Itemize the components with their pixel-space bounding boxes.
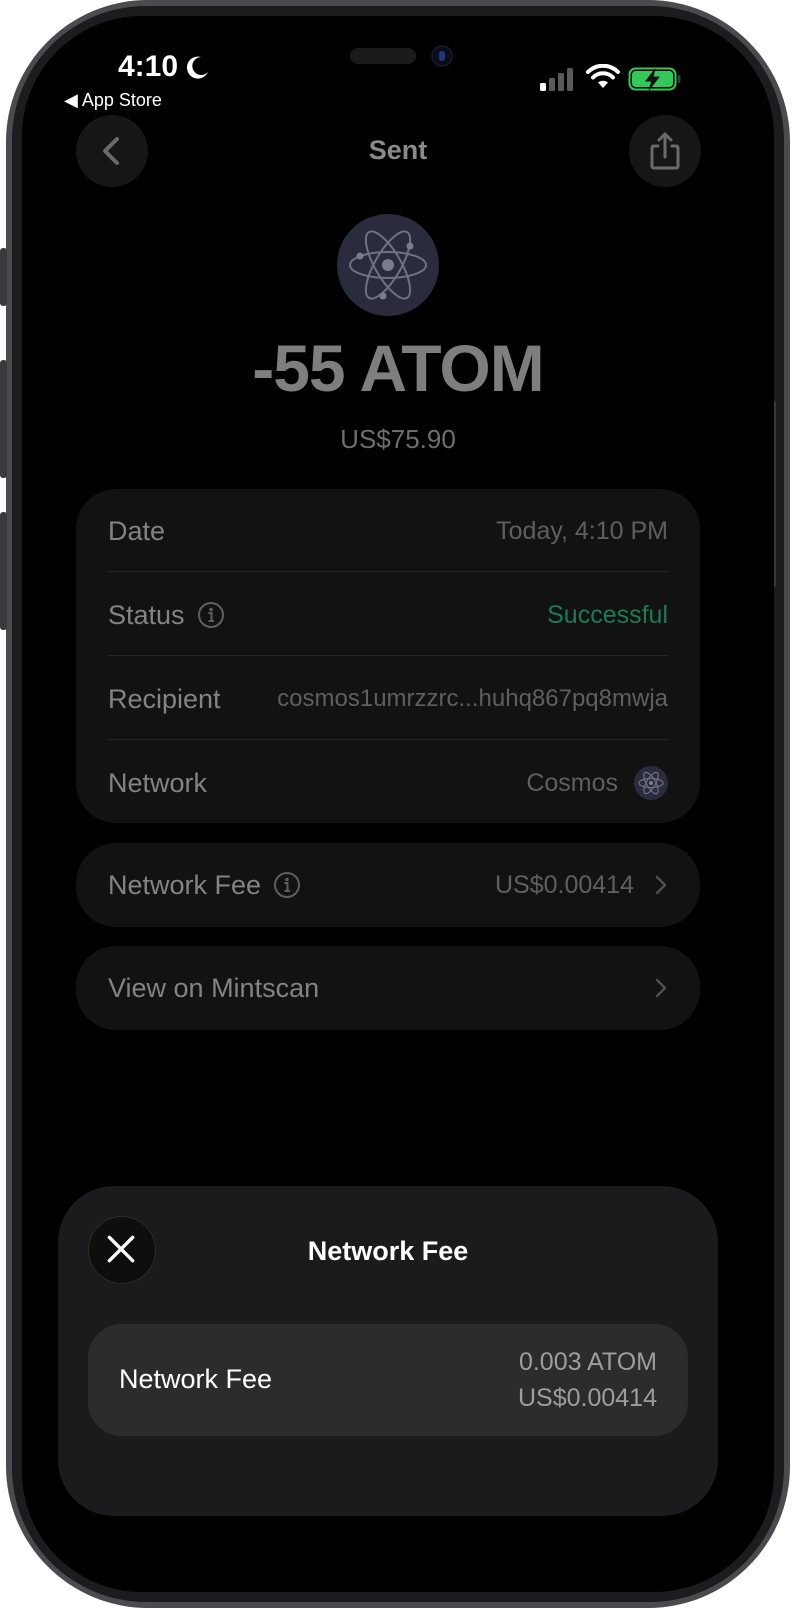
fee-atom-value: 0.003 ATOM [518, 1348, 657, 1376]
battery-charging-icon [628, 67, 681, 91]
moon-icon [186, 56, 208, 79]
status-row: Status Successful [108, 573, 668, 657]
chevron-right-icon [655, 875, 667, 895]
recipient-row[interactable]: Recipient cosmos1umrzzrc...huhq867pq8mwj… [108, 657, 668, 741]
date-row: Date Today, 4:10 PM [108, 489, 668, 573]
cosmos-network-icon [634, 766, 668, 800]
divider [108, 571, 668, 572]
recipient-label: Recipient [108, 683, 221, 714]
chevron-right-icon [655, 978, 667, 998]
cosmos-atom-icon [337, 214, 439, 316]
network-fee-row[interactable]: Network Fee US$0.00414 [108, 843, 668, 927]
transaction-amount: -55 ATOM [252, 331, 544, 405]
dynamic-island [350, 48, 416, 64]
sheet-title: Network Fee [307, 1236, 469, 1266]
transaction-fiat-amount: US$75.90 [340, 424, 456, 454]
date-label: Date [108, 515, 166, 546]
fee-usd-value: US$0.00414 [517, 1384, 657, 1412]
wifi-icon [586, 64, 620, 88]
network-row: Network Cosmos [108, 741, 668, 825]
back-to-app-store-link[interactable]: ◀ App Store [64, 90, 162, 111]
camera-icon [431, 45, 453, 67]
network-fee-label: Network Fee [108, 869, 262, 900]
status-value: Successful [547, 600, 668, 629]
details-card: Date Today, 4:10 PM Status Successful Re… [76, 489, 700, 823]
date-value: Today, 4:10 PM [496, 516, 668, 545]
network-value: Cosmos [526, 768, 618, 797]
signal-icon [540, 68, 573, 91]
divider [108, 739, 668, 740]
share-icon [650, 132, 680, 170]
network-label: Network [108, 767, 208, 798]
divider [108, 655, 668, 656]
share-button[interactable] [629, 115, 701, 187]
network-fee-card[interactable]: Network Fee US$0.00414 [76, 843, 700, 927]
view-on-mintscan-row[interactable]: View on Mintscan [108, 946, 668, 1030]
network-fee-value: US$0.00414 [494, 870, 634, 899]
recipient-address[interactable]: cosmos1umrzzrc...huhq867pq8mwja [277, 685, 668, 713]
info-icon[interactable] [197, 601, 225, 629]
network-fee-sheet: Network Fee Network Fee 0.003 ATOM US$0.… [58, 1186, 718, 1516]
info-icon[interactable] [273, 871, 301, 899]
network-fee-detail-row: Network Fee 0.003 ATOM US$0.00414 [88, 1324, 688, 1436]
view-on-explorer-card[interactable]: View on Mintscan [76, 946, 700, 1030]
view-on-mintscan-label: View on Mintscan [108, 972, 320, 1003]
fee-detail-label: Network Fee [119, 1364, 273, 1394]
status-label: Status [108, 599, 185, 630]
status-time: 4:10 [118, 50, 179, 83]
